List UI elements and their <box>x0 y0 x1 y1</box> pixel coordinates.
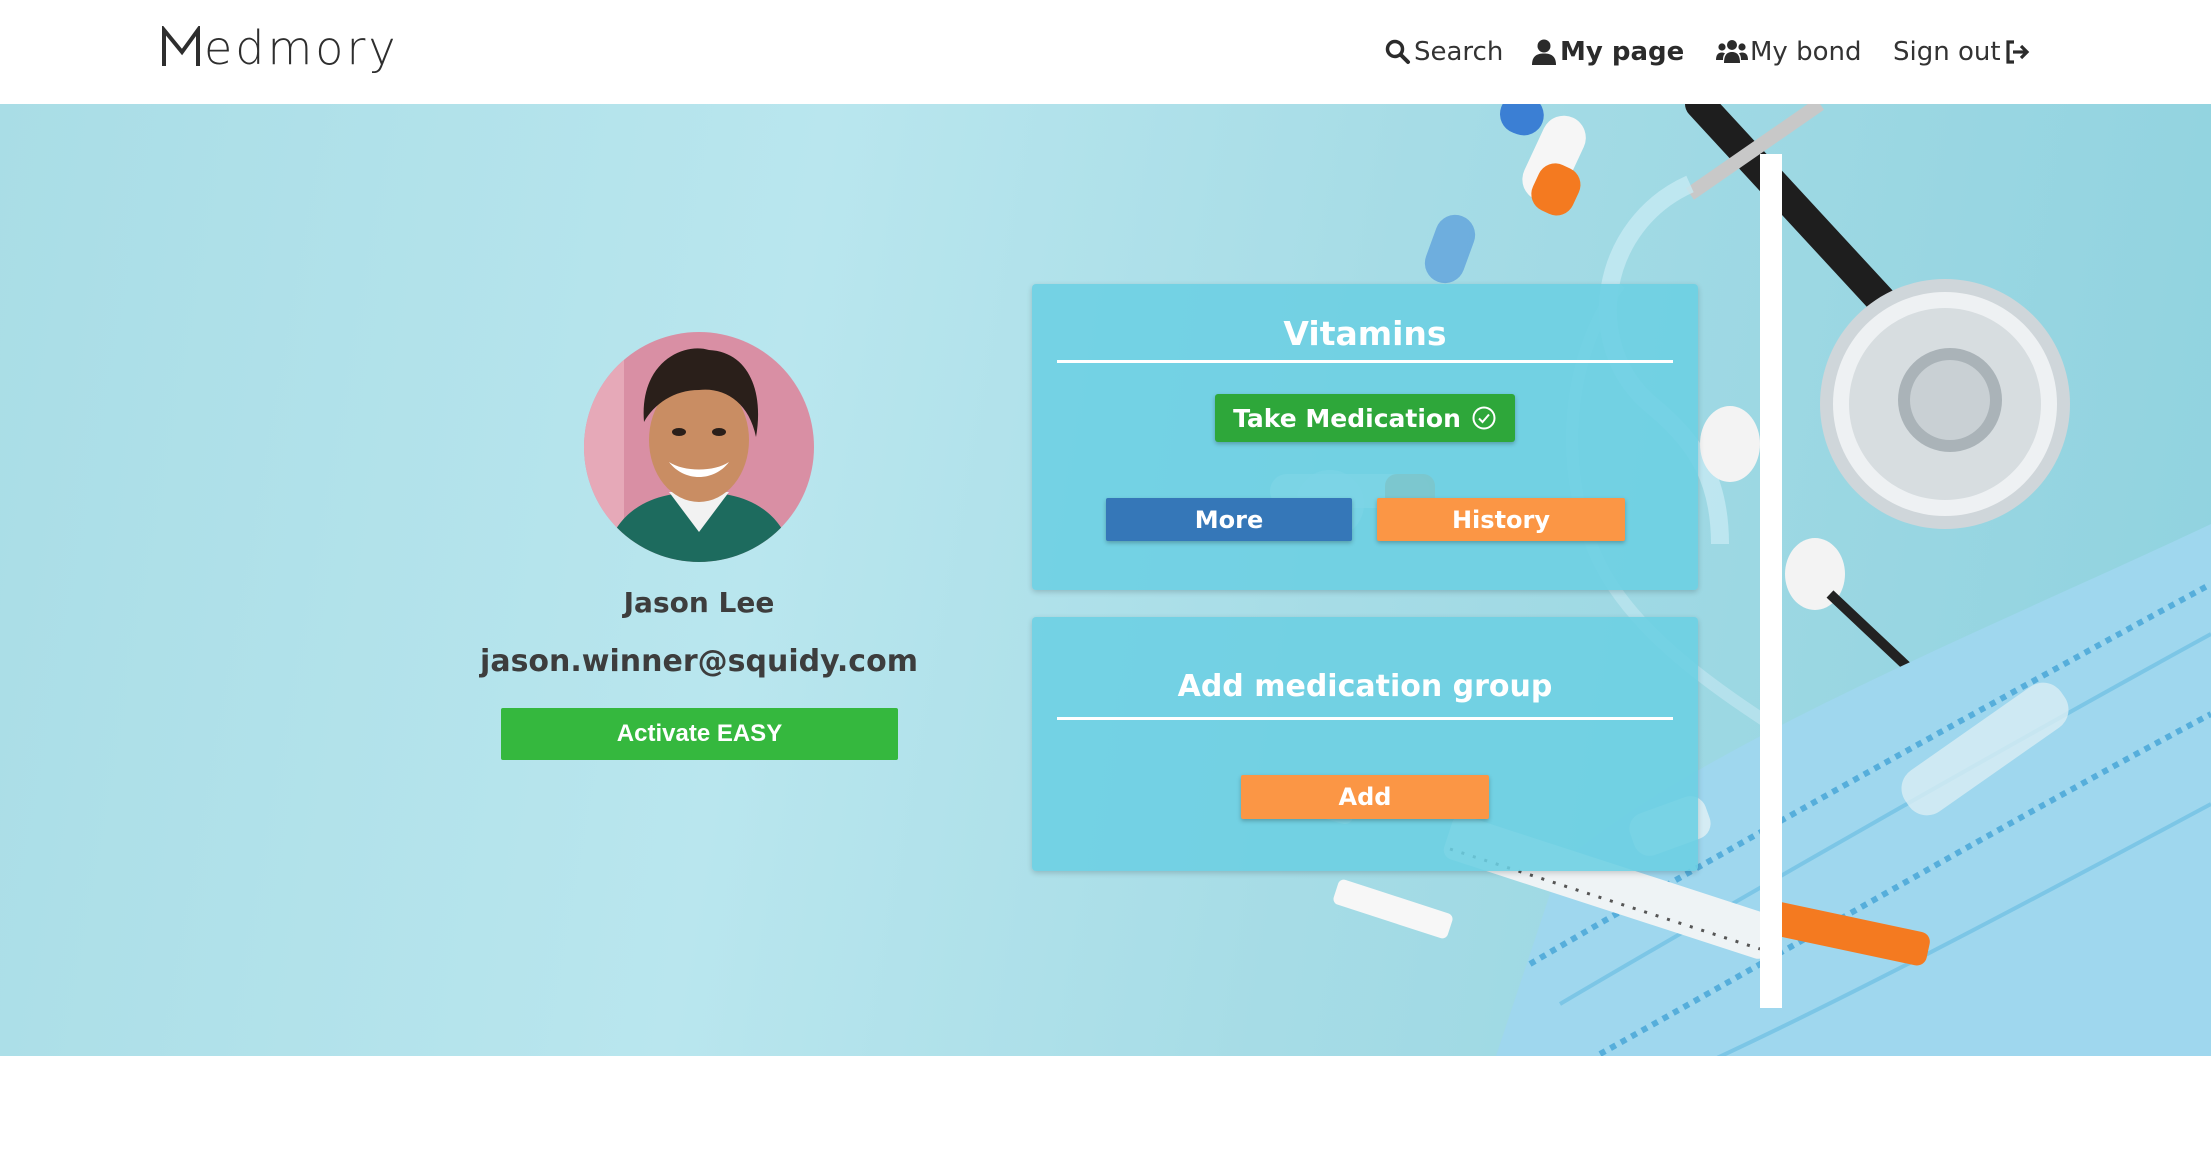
medication-group-card: Vitamins Take Medication More History <box>1032 284 1698 590</box>
card-divider <box>1057 717 1673 720</box>
search-icon <box>1384 38 1412 66</box>
nav-sign-out[interactable]: Sign out <box>1893 32 2031 72</box>
add-medication-group-card: Add medication group Add <box>1032 617 1698 871</box>
activate-easy-button[interactable]: Activate EASY <box>501 708 898 760</box>
nav-my-bond-label: My bond <box>1750 37 1862 67</box>
check-circle-icon <box>1472 406 1496 430</box>
hero-section: Jason Lee jason.winner@squidy.com Activa… <box>0 104 2211 1056</box>
more-button[interactable]: More <box>1106 498 1352 541</box>
logo-m-icon <box>162 26 200 66</box>
avatar[interactable] <box>584 332 814 562</box>
medication-group-title: Vitamins <box>1283 314 1447 353</box>
top-navbar: edmory Search My page My bond Sign out <box>0 0 2211 104</box>
nav-sign-out-label: Sign out <box>1893 37 2001 67</box>
history-button[interactable]: History <box>1377 498 1625 541</box>
card-divider <box>1057 360 1673 363</box>
profile-email: jason.winner@squidy.com <box>480 644 918 679</box>
nav-my-bond[interactable]: My bond <box>1716 32 1861 72</box>
brand-logo-text: edmory <box>204 21 399 75</box>
nav-my-page-label: My page <box>1560 37 1685 67</box>
profile-photo <box>584 332 814 562</box>
scrollbar[interactable] <box>1760 154 1782 1008</box>
take-medication-button[interactable]: Take Medication <box>1215 394 1515 442</box>
user-icon <box>1530 38 1558 66</box>
profile-name: Jason Lee <box>623 586 775 619</box>
users-icon <box>1716 38 1748 66</box>
brand-logo[interactable]: edmory <box>160 20 399 76</box>
nav-search[interactable]: Search <box>1384 32 1503 72</box>
nav-search-label: Search <box>1414 37 1504 67</box>
nav-my-page[interactable]: My page <box>1530 32 1684 72</box>
sign-out-icon <box>2003 38 2031 66</box>
add-medication-group-title: Add medication group <box>1177 669 1553 704</box>
take-medication-label: Take Medication <box>1233 403 1461 433</box>
add-button[interactable]: Add <box>1241 775 1489 819</box>
